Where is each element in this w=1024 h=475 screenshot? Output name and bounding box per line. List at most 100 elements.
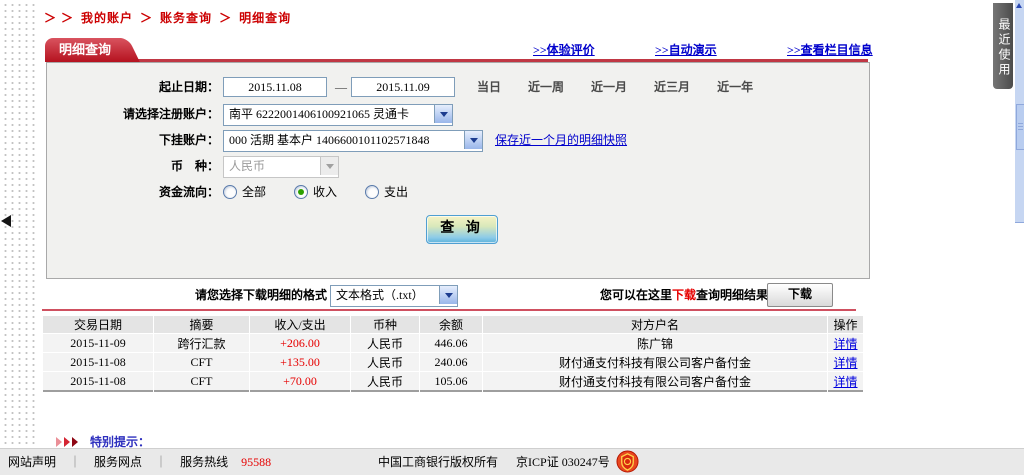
- registered-account-select[interactable]: 南平 6222001406100921065 灵通卡: [223, 104, 453, 126]
- col-header-currency: 币种: [351, 316, 419, 333]
- transactions-table: 交易日期 摘要 收入/支出 币种 余额 对方户名 操作 2015-11-09 跨…: [42, 315, 864, 393]
- footer-left-links: 网站声明 ｜ 服务网点 ｜ 服务热线 95588: [8, 449, 281, 475]
- notice-arrow-icon: [56, 437, 62, 447]
- table-top-divider: [42, 309, 856, 311]
- col-header-date: 交易日期: [43, 316, 153, 333]
- cell-date: 2015-11-09: [43, 334, 153, 352]
- date-to-input[interactable]: [351, 77, 455, 97]
- column-info-link[interactable]: >>查看栏目信息: [787, 41, 873, 58]
- dropdown-arrow-icon: [434, 105, 452, 123]
- currency-value: 人民币: [229, 157, 320, 175]
- registered-account-label: 请选择注册账户：: [47, 104, 219, 124]
- detail-link[interactable]: 详情: [833, 337, 857, 351]
- detail-link[interactable]: 详情: [833, 356, 857, 370]
- cell-balance: 105.06: [420, 372, 482, 392]
- cell-date: 2015-11-08: [43, 353, 153, 371]
- col-header-summary: 摘要: [154, 316, 249, 333]
- download-format-select[interactable]: 文本格式（.txt）: [330, 285, 458, 307]
- cell-summary: 跨行汇款: [154, 334, 249, 352]
- sub-account-select[interactable]: 000 活期 基本户 1406600101102571848: [223, 130, 483, 152]
- radio-icon: [365, 185, 379, 199]
- recently-used-tab[interactable]: 最近使用: [993, 3, 1013, 89]
- download-hint-pre: 您可以在这里: [600, 288, 672, 302]
- download-format-value: 文本格式（.txt）: [336, 286, 439, 304]
- hotline-number: 95588: [241, 455, 271, 469]
- table-header-row: 交易日期 摘要 收入/支出 币种 余额 对方户名 操作: [43, 316, 863, 333]
- notice-arrow-icon: [64, 437, 70, 447]
- quick-range-month[interactable]: 近一月: [591, 80, 627, 94]
- sub-account-label: 下挂账户：: [47, 130, 219, 150]
- cell-counterparty: 财付通支付科技有限公司客户备付金: [483, 353, 827, 371]
- hotline-label: 服务热线: [180, 455, 228, 469]
- table-row: 2015-11-09 跨行汇款 +206.00 人民币 446.06 陈广锦 详…: [43, 334, 863, 352]
- currency-row: 币 种： 人民币: [47, 156, 869, 176]
- fund-flow-label: 资金流向：: [47, 182, 219, 202]
- date-dash: —: [335, 77, 347, 97]
- quick-range-links: 当日 近一周 近一月 近三月 近一年: [477, 77, 777, 97]
- breadcrumb-item-account-query[interactable]: 账务查询: [160, 11, 212, 25]
- auto-demo-link[interactable]: >>自动演示: [655, 41, 717, 58]
- icbc-detail-query-page: ＞ ＞ 我的账户 ＞ 账务查询 ＞ 明细查询 >>体验评价 >>自动演示 >>查…: [0, 0, 1024, 475]
- save-snapshot-link[interactable]: 保存近一个月的明细快照: [495, 130, 627, 150]
- quick-range-week[interactable]: 近一周: [528, 80, 564, 94]
- cell-date: 2015-11-08: [43, 372, 153, 392]
- flow-option-income-label: 收入: [313, 182, 337, 202]
- site-statement-link[interactable]: 网站声明: [8, 455, 56, 469]
- flow-option-all[interactable]: 全部: [223, 182, 266, 202]
- dropdown-arrow-icon: [464, 131, 482, 149]
- date-range-row: 起止日期： — 当日 近一周 近一月 近三月 近一年: [47, 77, 869, 97]
- download-hint-post: 查询明细结果: [696, 288, 768, 302]
- breadcrumb-item-my-account[interactable]: 我的账户: [81, 11, 133, 25]
- cell-counterparty: 陈广锦: [483, 334, 827, 352]
- notice-arrow-icon: [72, 437, 78, 447]
- breadcrumb-separator: ＞: [219, 11, 232, 25]
- date-range-label: 起止日期：: [47, 77, 219, 97]
- registered-account-row: 请选择注册账户： 南平 6222001406100921065 灵通卡: [47, 104, 869, 124]
- copyright-text: 中国工商银行版权所有: [378, 455, 498, 469]
- download-format-label: 请您选择下载明细的格式: [195, 286, 327, 303]
- footer-separator: ｜: [155, 455, 167, 469]
- table-row: 2015-11-08 CFT +135.00 人民币 240.06 财付通支付科…: [43, 353, 863, 371]
- cell-summary: CFT: [154, 372, 249, 392]
- col-header-counterparty: 对方户名: [483, 316, 827, 333]
- breadcrumb-item-detail-query[interactable]: 明细查询: [239, 11, 291, 25]
- registered-account-value: 南平 6222001406100921065 灵通卡: [229, 105, 434, 123]
- footer-copyright: 中国工商银行版权所有 京ICP证 030247号: [378, 449, 610, 475]
- cell-balance: 240.06: [420, 353, 482, 371]
- download-button[interactable]: 下载: [767, 283, 833, 307]
- date-from-input[interactable]: [223, 77, 327, 97]
- col-header-balance: 余额: [420, 316, 482, 333]
- fund-flow-row: 资金流向： 全部 收入 支出: [47, 182, 869, 202]
- breadcrumb-separator: ＞: [140, 11, 153, 25]
- flow-option-income[interactable]: 收入: [294, 182, 337, 202]
- icp-text: 京ICP证 030247号: [516, 455, 610, 469]
- flow-option-expense[interactable]: 支出: [365, 182, 408, 202]
- download-hint-link[interactable]: 下载: [672, 288, 696, 302]
- quick-range-today[interactable]: 当日: [477, 80, 501, 94]
- service-outlets-link[interactable]: 服务网点: [94, 455, 142, 469]
- cell-amount: +135.00: [250, 353, 350, 371]
- quick-range-year[interactable]: 近一年: [717, 80, 753, 94]
- dropdown-arrow-icon: [320, 157, 338, 175]
- footer-separator: ｜: [69, 455, 81, 469]
- collapse-left-icon[interactable]: [1, 215, 11, 227]
- scroll-up-icon[interactable]: [1016, 3, 1022, 8]
- dropdown-arrow-icon: [439, 286, 457, 304]
- detail-link[interactable]: 详情: [833, 375, 857, 389]
- flow-option-all-label: 全部: [242, 182, 266, 202]
- sub-account-row: 下挂账户： 000 活期 基本户 1406600101102571848 保存近…: [47, 130, 869, 150]
- cell-amount: +70.00: [250, 372, 350, 392]
- currency-select: 人民币: [223, 156, 339, 178]
- col-header-action: 操作: [828, 316, 863, 333]
- download-hint: 您可以在这里下载查询明细结果: [600, 286, 768, 303]
- breadcrumb: ＞ ＞ 我的账户 ＞ 账务查询 ＞ 明细查询: [44, 9, 294, 26]
- query-button[interactable]: 查 询: [426, 215, 498, 244]
- quick-range-quarter[interactable]: 近三月: [654, 80, 690, 94]
- scrollbar-thumb[interactable]: [1016, 104, 1024, 150]
- cell-currency: 人民币: [351, 334, 419, 352]
- cell-counterparty: 财付通支付科技有限公司客户备付金: [483, 372, 827, 392]
- cell-balance: 446.06: [420, 334, 482, 352]
- fund-flow-options: 全部 收入 支出: [223, 182, 436, 202]
- security-badge-icon: [616, 450, 639, 473]
- experience-rating-link[interactable]: >>体验评价: [533, 41, 595, 58]
